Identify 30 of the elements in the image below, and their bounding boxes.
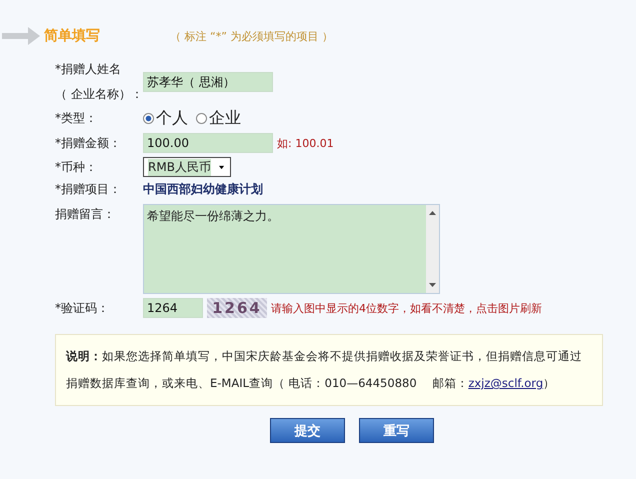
- scrollbar[interactable]: [426, 205, 439, 293]
- field-label: *捐赠项目：: [55, 181, 122, 198]
- amount-field[interactable]: 100.00: [143, 133, 273, 153]
- scroll-down-icon[interactable]: [429, 283, 436, 287]
- field-label: *捐赠金额：: [55, 134, 122, 152]
- name-field[interactable]: 苏孝华（ 思湘）: [143, 72, 273, 92]
- field-label: *捐赠人姓名: [55, 61, 122, 78]
- project-name: 中国西部妇幼健康计划: [143, 181, 263, 198]
- email-link[interactable]: zxjz@sclf.org: [468, 376, 544, 390]
- field-label: *类型：: [55, 110, 98, 126]
- note-text: 说明：如果您选择简单填写，中国宋庆龄基金会将不提供捐赠收据及荣誉证书，但捐赠信息可通过捐赠数据库查询，或来电、E-MAIL查询（ 电话：010—64450880 邮箱：zxjz@sclf.org）: [66, 348, 583, 392]
- radio-option[interactable]: 个人: [143, 108, 188, 128]
- captcha-hint: 请输入图中显示的4位数字，如看不清楚，点击图片刷新: [271, 300, 542, 316]
- field-label: *验证码：: [55, 300, 110, 316]
- form-button[interactable]: 提交: [270, 418, 345, 443]
- captcha-image[interactable]: 1264: [207, 298, 267, 318]
- scroll-up-icon[interactable]: [429, 211, 436, 215]
- radio-option[interactable]: 企业: [196, 108, 241, 128]
- section-title: 简单填写: [44, 27, 101, 45]
- amount-hint: 如: 100.01: [277, 136, 334, 150]
- field-label: （ 企业名称）：: [55, 86, 143, 103]
- form-button[interactable]: 重写: [359, 418, 434, 443]
- field-label: 捐赠留言：: [55, 206, 116, 223]
- arrow-icon: [2, 25, 42, 47]
- message-field[interactable]: 希望能尽一份绵薄之力。: [143, 204, 440, 294]
- caret-icon: [218, 164, 224, 170]
- required-note: （ 标注 “*” 为必须填写的项目 ）: [170, 28, 333, 44]
- field-label: *币种：: [55, 158, 98, 176]
- currency-dropdown[interactable]: RMB人民币: [143, 157, 231, 177]
- captcha-field[interactable]: 1264: [143, 298, 203, 318]
